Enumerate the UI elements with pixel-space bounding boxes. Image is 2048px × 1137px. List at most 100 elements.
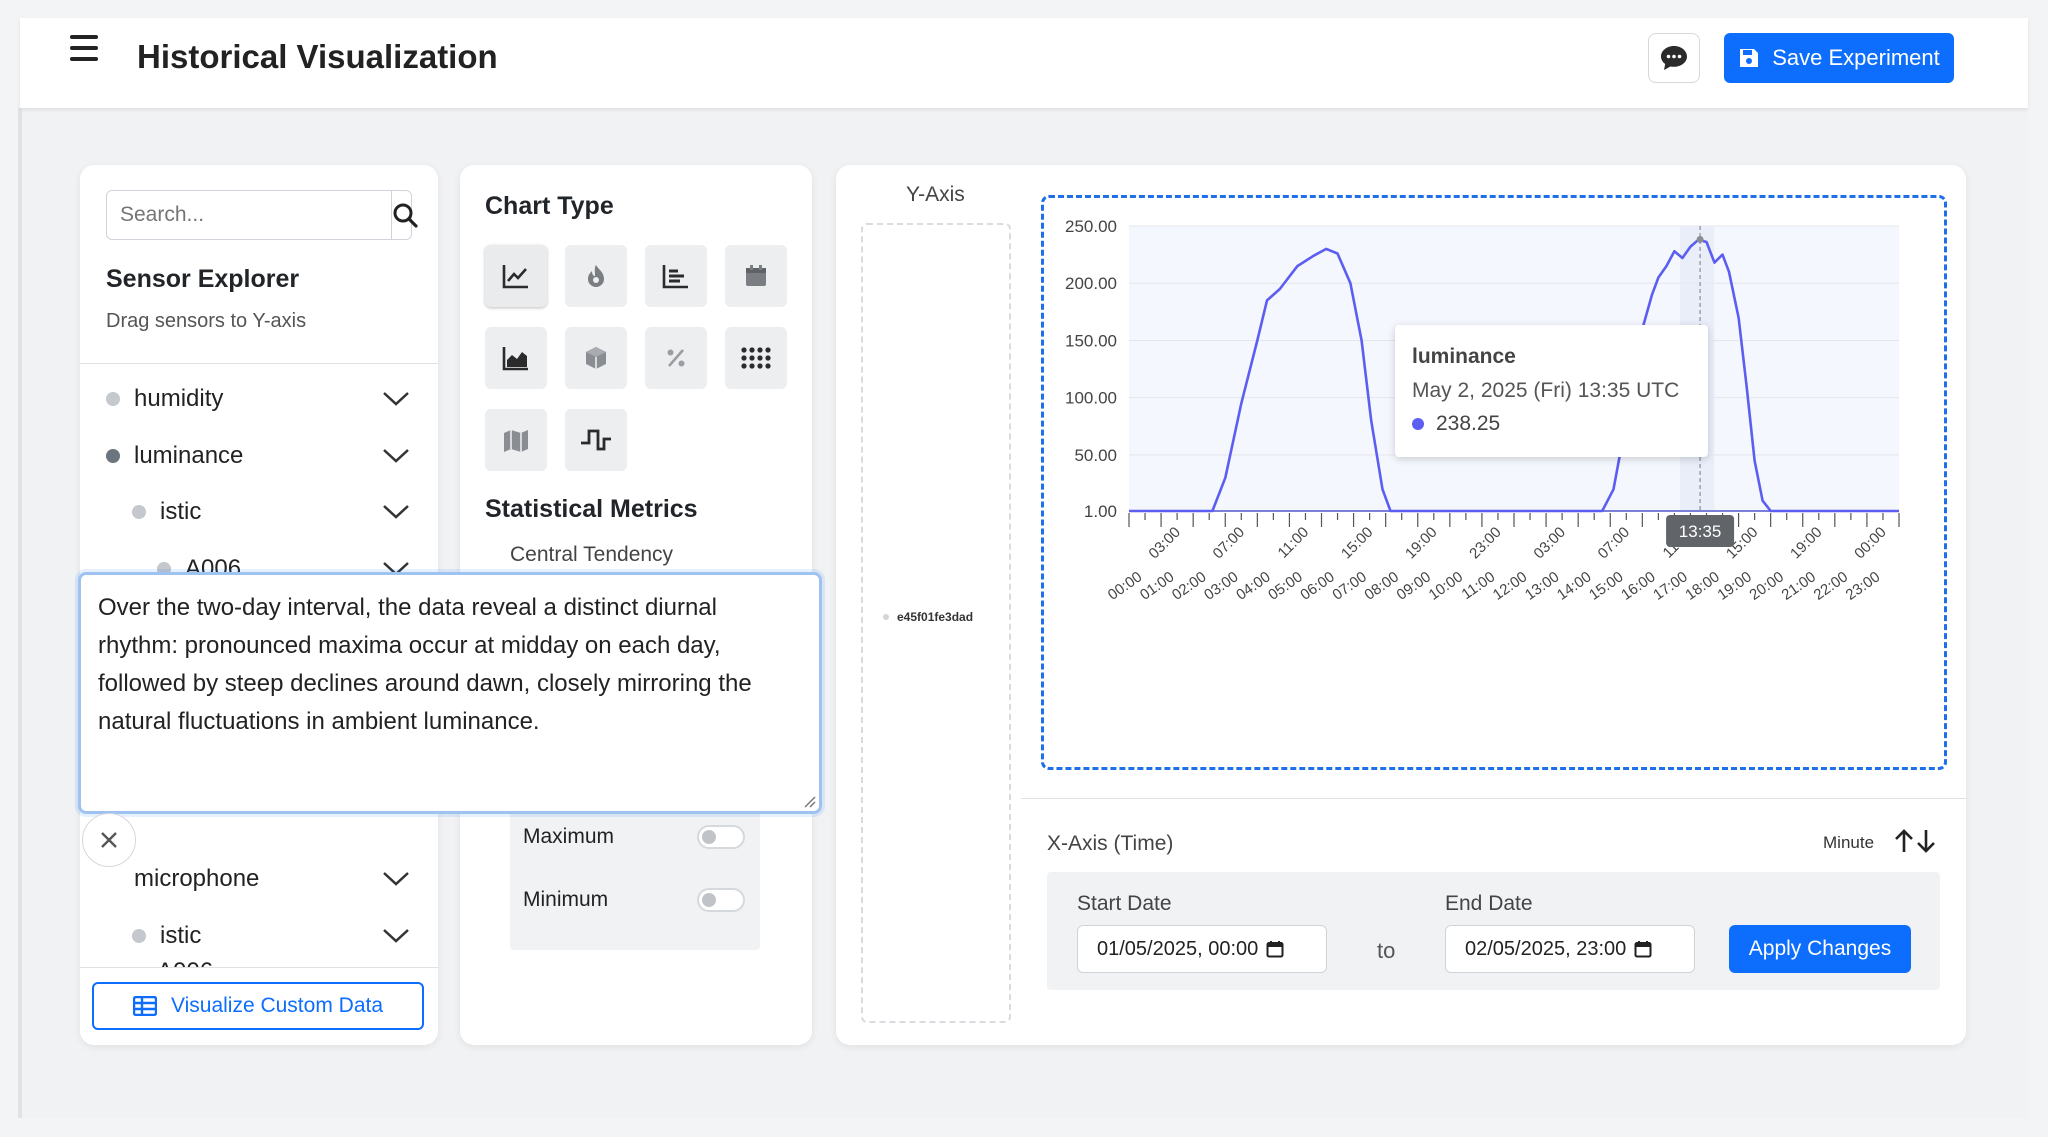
area-chart-icon (502, 347, 528, 371)
y-tick-label: 250.00 (1065, 217, 1117, 236)
luminance-line-chart[interactable]: 1.00 50.00 100.00 150.00 200.00 250.00 03:00 07… (1044, 198, 1944, 767)
status-dot (883, 614, 889, 620)
y-tick-label: 150.00 (1065, 331, 1117, 350)
bar-chart-button[interactable] (645, 245, 707, 307)
x-tick-label-upper: 07:00 (1595, 524, 1634, 563)
x-tick-label-lower: 09:00 (1394, 568, 1435, 603)
minimum-toggle[interactable] (697, 888, 745, 912)
y-tick-label: 1.00 (1084, 502, 1117, 521)
series-color-dot (1412, 418, 1424, 430)
sort-arrows-icon (1895, 829, 1935, 853)
chevron-down-icon[interactable] (382, 444, 410, 466)
search-icon (393, 203, 418, 228)
y-axis-sensor-chip[interactable]: e45f01fe3dad (883, 610, 973, 624)
page-title: Historical Visualization (137, 38, 498, 75)
heat-chart-button[interactable] (565, 245, 627, 307)
insight-textarea[interactable] (81, 575, 819, 811)
step-chart-icon (581, 429, 611, 451)
end-date-input[interactable]: 02/05/2025, 23:00 (1445, 925, 1695, 973)
x-tick-label-lower: 17:00 (1650, 568, 1691, 603)
maximum-toggle[interactable] (697, 825, 745, 849)
x-tick-label-upper: 23:00 (1466, 524, 1505, 563)
visualize-custom-data-label: Visualize Custom Data (170, 994, 384, 1017)
tree-item-microphone[interactable]: microphone (80, 859, 438, 899)
save-experiment-label: Save Experiment (1772, 45, 1940, 70)
calendar-chart-button[interactable] (725, 245, 787, 307)
chevron-down-icon[interactable] (382, 387, 410, 409)
x-tick-label-upper: 00:00 (1851, 524, 1890, 563)
save-experiment-button[interactable]: Save Experiment (1724, 33, 1954, 83)
crosshair-point (1696, 235, 1704, 243)
menu-icon[interactable] (64, 30, 104, 66)
end-date-value: 02/05/2025, 23:00 (1465, 937, 1627, 960)
metric-label: Minimum (523, 888, 609, 911)
status-dot (106, 449, 120, 463)
metric-label: Maximum (523, 825, 615, 848)
chevron-down-icon[interactable] (382, 500, 410, 522)
end-date-label: End Date (1445, 892, 1533, 915)
y-axis-drop-zone[interactable]: e45f01fe3dad (861, 223, 1011, 1023)
metric-maximum: Maximum (523, 817, 753, 857)
tree-item-istic[interactable]: istic (80, 916, 438, 956)
x-tick-label-lower: 07:00 (1329, 568, 1370, 603)
x-tick-label-lower: 05:00 (1265, 568, 1306, 603)
x-tick-label-lower: 20:00 (1746, 568, 1787, 603)
percent-chart-button[interactable] (645, 327, 707, 389)
insight-textarea-container (78, 572, 822, 814)
tooltip-datetime: May 2, 2025 (Fri) 13:35 UTC (1412, 379, 1680, 402)
bar-chart-icon (662, 265, 688, 289)
y-axis-label: Y-Axis (906, 183, 965, 206)
date-range-box: Start Date 01/05/2025, 00:00 to End Date… (1047, 872, 1940, 990)
granularity-label[interactable]: Minute (1823, 833, 1874, 853)
metric-minimum: Minimum (523, 880, 753, 920)
cube-icon (586, 347, 606, 369)
save-icon (1740, 49, 1759, 67)
chart-area[interactable]: 1.00 50.00 100.00 150.00 200.00 250.00 03:00 07… (1041, 195, 1947, 770)
tree-item-a006[interactable]: A006 (80, 955, 438, 967)
3d-chart-button[interactable] (565, 327, 627, 389)
x-tick-label-lower: 10:00 (1426, 568, 1467, 603)
x-tick-label-lower: 03:00 (1201, 568, 1242, 603)
x-tick-label-lower: 23:00 (1843, 568, 1884, 603)
x-tick-label-lower: 01:00 (1137, 568, 1178, 603)
divider (80, 967, 438, 968)
chart-tooltip: luminance May 2, 2025 (Fri) 13:35 UTC 23… (1395, 325, 1708, 457)
x-tick-label-lower: 08:00 (1361, 568, 1402, 603)
tree-item-luminance[interactable]: luminance (80, 436, 438, 476)
tree-item-istic[interactable]: istic (80, 492, 438, 532)
tree-item-humidity[interactable]: humidity (80, 379, 438, 419)
x-tick-label-lower: 22:00 (1811, 568, 1852, 603)
line-chart-button[interactable] (485, 245, 547, 307)
x-tick-label-lower: 14:00 (1554, 568, 1595, 603)
tooltip-value: 238.25 (1436, 412, 1501, 435)
resize-grip-icon[interactable] (803, 795, 817, 809)
chevron-down-icon[interactable] (382, 924, 410, 946)
status-dot (106, 392, 120, 406)
crosshair-label: 13:35 (1679, 522, 1722, 541)
apply-changes-button[interactable]: Apply Changes (1729, 925, 1911, 973)
y-tick-label: 200.00 (1065, 274, 1117, 293)
divider (80, 363, 438, 364)
statistical-metrics-title: Statistical Metrics (485, 495, 698, 523)
start-date-input[interactable]: 01/05/2025, 00:00 (1077, 925, 1327, 973)
map-icon (504, 430, 528, 452)
central-tendency-label: Central Tendency (510, 543, 674, 566)
close-icon (101, 832, 117, 848)
chevron-down-icon[interactable] (382, 867, 410, 889)
close-insight-button[interactable] (82, 813, 136, 867)
dot-grid-chart-button[interactable] (725, 327, 787, 389)
chat-button[interactable] (1648, 33, 1700, 83)
x-tick-label-lower: 15:00 (1586, 568, 1627, 603)
tree-item-label: microphone (134, 865, 260, 892)
step-chart-button[interactable] (565, 409, 627, 471)
sort-toggle[interactable] (1890, 828, 1940, 859)
search-button[interactable] (391, 191, 418, 239)
map-chart-button[interactable] (485, 409, 547, 471)
x-tick-label-lower: 02:00 (1169, 568, 1210, 603)
search-box (106, 190, 418, 240)
search-input[interactable] (107, 191, 391, 239)
area-chart-button[interactable] (485, 327, 547, 389)
y-tick-label: 100.00 (1065, 389, 1117, 408)
visualize-custom-data-button[interactable]: Visualize Custom Data (92, 982, 424, 1030)
x-tick-label-lower: 19:00 (1714, 568, 1755, 603)
